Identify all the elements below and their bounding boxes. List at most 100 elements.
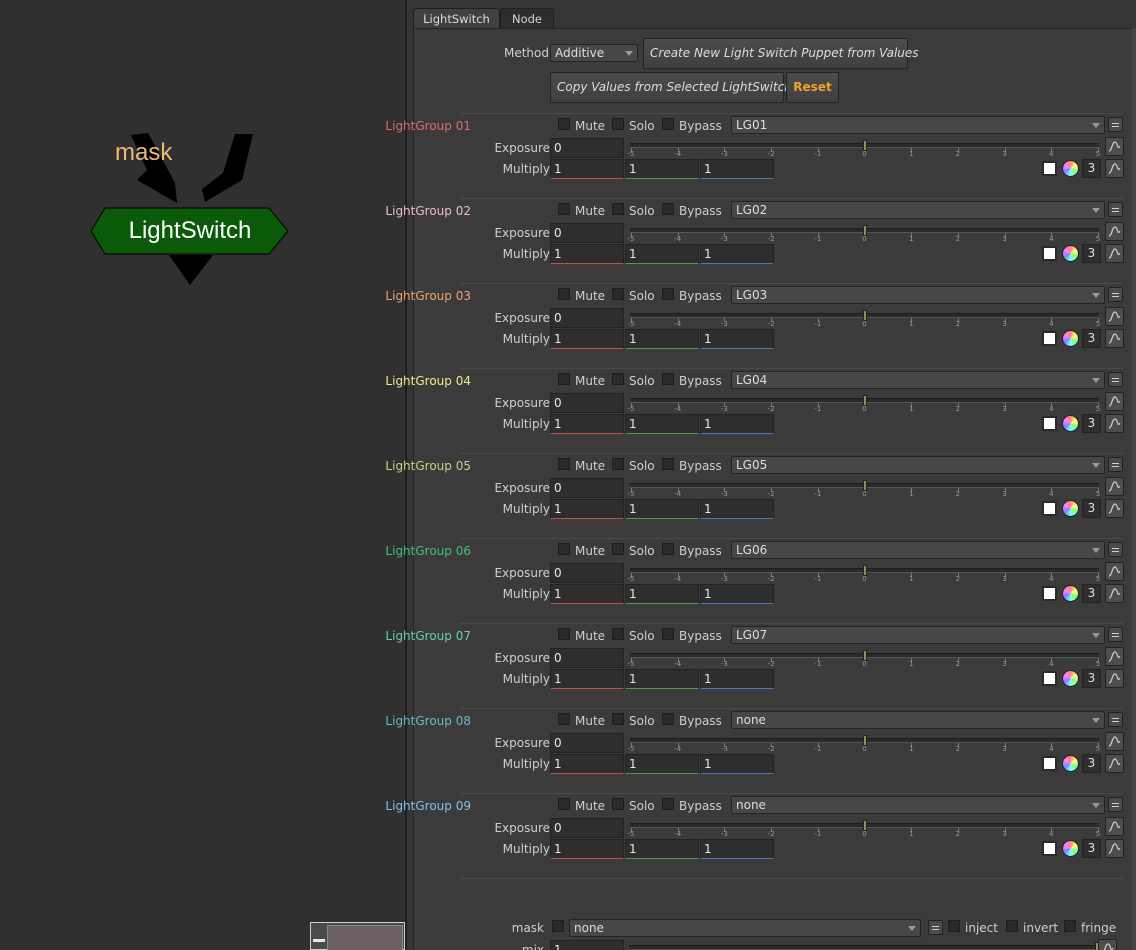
mute-checkbox[interactable] <box>558 203 570 215</box>
exposure-slider[interactable]: -5 -4 -3 -2 -1 0 1 2 3 4 5 <box>628 734 1100 756</box>
exposure-curve-button[interactable] <box>1105 137 1124 156</box>
multiply-green-input[interactable]: 1 <box>625 584 699 604</box>
exposure-slider[interactable]: -5 -4 -3 -2 -1 0 1 2 3 4 5 <box>628 394 1100 416</box>
exposure-slider-handle[interactable] <box>862 480 867 491</box>
bypass-checkbox[interactable] <box>662 543 674 555</box>
solo-checkbox[interactable] <box>612 203 624 215</box>
mute-checkbox[interactable] <box>558 628 570 640</box>
exposure-slider[interactable]: -5 -4 -3 -2 -1 0 1 2 3 4 5 <box>628 479 1100 501</box>
layer-link-button[interactable] <box>1108 797 1123 812</box>
multiply-green-input[interactable]: 1 <box>625 839 699 859</box>
tab-lightswitch[interactable]: LightSwitch <box>413 8 500 29</box>
layer-dropdown[interactable]: LG06 <box>731 541 1105 559</box>
multiply-red-input[interactable]: 1 <box>550 584 624 604</box>
color-wheel-icon[interactable] <box>1062 755 1079 772</box>
multiply-blue-input[interactable]: 1 <box>700 414 774 434</box>
color-wheel-icon[interactable] <box>1062 500 1079 517</box>
bypass-checkbox[interactable] <box>662 203 674 215</box>
channel-count-button[interactable]: 3 <box>1082 329 1101 348</box>
exposure-slider-handle[interactable] <box>862 395 867 406</box>
layer-dropdown[interactable]: LG01 <box>731 116 1105 134</box>
multiply-green-input[interactable]: 1 <box>625 329 699 349</box>
multiply-curve-button[interactable] <box>1105 584 1124 603</box>
color-swatch-button[interactable] <box>1042 331 1057 346</box>
bypass-checkbox[interactable] <box>662 628 674 640</box>
layer-dropdown[interactable]: LG02 <box>731 201 1105 219</box>
multiply-red-input[interactable]: 1 <box>550 159 624 179</box>
exposure-input[interactable]: 0 <box>550 818 624 838</box>
inject-checkbox[interactable] <box>948 920 960 932</box>
multiply-red-input[interactable]: 1 <box>550 669 624 689</box>
multiply-blue-input[interactable]: 1 <box>700 584 774 604</box>
color-swatch-button[interactable] <box>1042 161 1057 176</box>
bypass-checkbox[interactable] <box>662 458 674 470</box>
solo-checkbox[interactable] <box>612 713 624 725</box>
multiply-green-input[interactable]: 1 <box>625 414 699 434</box>
exposure-input[interactable]: 0 <box>550 563 624 583</box>
mute-checkbox[interactable] <box>558 798 570 810</box>
layer-dropdown[interactable]: LG04 <box>731 371 1105 389</box>
exposure-input[interactable]: 0 <box>550 393 624 413</box>
color-wheel-icon[interactable] <box>1062 585 1079 602</box>
layer-link-button[interactable] <box>1108 712 1123 727</box>
exposure-curve-button[interactable] <box>1105 562 1124 581</box>
tab-node[interactable]: Node <box>500 8 554 29</box>
multiply-curve-button[interactable] <box>1105 669 1124 688</box>
mix-slider[interactable]: 00.10.20.30.40.50.60.70.80.91 <box>629 941 1099 950</box>
solo-checkbox[interactable] <box>612 543 624 555</box>
multiply-green-input[interactable]: 1 <box>625 159 699 179</box>
layer-link-button[interactable] <box>1108 202 1123 217</box>
layer-dropdown[interactable]: none <box>731 711 1105 729</box>
layer-link-button[interactable] <box>1108 372 1123 387</box>
color-swatch-button[interactable] <box>1042 416 1057 431</box>
bypass-checkbox[interactable] <box>662 713 674 725</box>
exposure-slider-handle[interactable] <box>862 565 867 576</box>
mix-input[interactable]: 1 <box>550 940 624 950</box>
mask-channel-dropdown[interactable]: none <box>569 919 921 937</box>
method-dropdown[interactable]: Additive <box>550 44 638 62</box>
layer-dropdown[interactable]: LG05 <box>731 456 1105 474</box>
layer-dropdown[interactable]: none <box>731 796 1105 814</box>
mute-checkbox[interactable] <box>558 288 570 300</box>
create-puppet-button[interactable]: Create New Light Switch Puppet from Valu… <box>643 38 919 69</box>
exposure-input[interactable]: 0 <box>550 223 624 243</box>
exposure-curve-button[interactable] <box>1105 307 1124 326</box>
multiply-blue-input[interactable]: 1 <box>700 499 774 519</box>
color-wheel-icon[interactable] <box>1062 160 1079 177</box>
bypass-checkbox[interactable] <box>662 373 674 385</box>
color-wheel-icon[interactable] <box>1062 415 1079 432</box>
multiply-red-input[interactable]: 1 <box>550 244 624 264</box>
color-swatch-button[interactable] <box>1042 586 1057 601</box>
invert-checkbox[interactable] <box>1006 920 1018 932</box>
mix-curve-button[interactable] <box>1098 939 1117 950</box>
node-graph[interactable]: mask LightSwitch <box>0 0 405 950</box>
exposure-slider[interactable]: -5 -4 -3 -2 -1 0 1 2 3 4 5 <box>628 224 1100 246</box>
layer-link-button[interactable] <box>1108 457 1123 472</box>
solo-checkbox[interactable] <box>612 458 624 470</box>
multiply-blue-input[interactable]: 1 <box>700 159 774 179</box>
solo-checkbox[interactable] <box>612 798 624 810</box>
layer-dropdown[interactable]: LG07 <box>731 626 1105 644</box>
mute-checkbox[interactable] <box>558 458 570 470</box>
solo-checkbox[interactable] <box>612 373 624 385</box>
solo-checkbox[interactable] <box>612 288 624 300</box>
layer-dropdown[interactable]: LG03 <box>731 286 1105 304</box>
layer-link-button[interactable] <box>1108 627 1123 642</box>
multiply-red-input[interactable]: 1 <box>550 754 624 774</box>
bypass-checkbox[interactable] <box>662 288 674 300</box>
multiply-blue-input[interactable]: 1 <box>700 754 774 774</box>
exposure-input[interactable]: 0 <box>550 138 624 158</box>
mute-checkbox[interactable] <box>558 543 570 555</box>
channel-count-button[interactable]: 3 <box>1082 159 1101 178</box>
exposure-input[interactable]: 0 <box>550 478 624 498</box>
multiply-curve-button[interactable] <box>1105 499 1124 518</box>
layer-link-button[interactable] <box>1108 542 1123 557</box>
multiply-blue-input[interactable]: 1 <box>700 329 774 349</box>
color-wheel-icon[interactable] <box>1062 330 1079 347</box>
multiply-curve-button[interactable] <box>1105 159 1124 178</box>
exposure-slider-handle[interactable] <box>862 140 867 151</box>
color-swatch-button[interactable] <box>1042 841 1057 856</box>
exposure-curve-button[interactable] <box>1105 477 1124 496</box>
multiply-curve-button[interactable] <box>1105 244 1124 263</box>
exposure-slider-handle[interactable] <box>862 820 867 831</box>
